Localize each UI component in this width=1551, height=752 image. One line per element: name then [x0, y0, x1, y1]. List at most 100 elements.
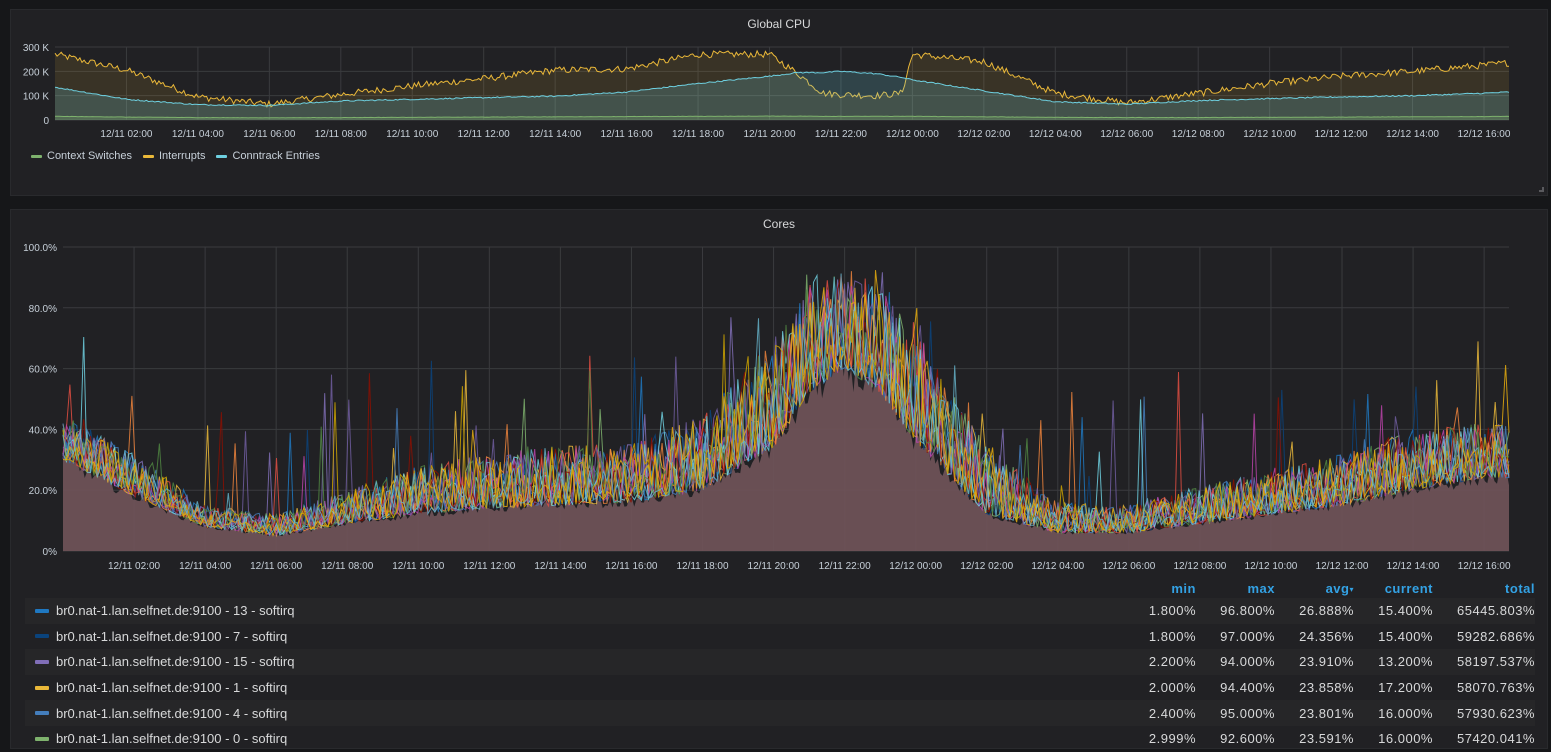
global-cpu-legend: Context Switches Interrupts Conntrack En… [31, 150, 320, 162]
global-cpu-chart[interactable]: 0 100 K 200 K 300 K 12/11 02:00 12/11 04:00 12… [11, 10, 1549, 145]
y-tick-label: 100 K [23, 92, 49, 103]
legend-table-row[interactable]: br0.nat-1.lan.selfnet.de:9100 - 4 - soft… [25, 700, 1535, 726]
x-tick-label: 12/12 02:00 [960, 561, 1013, 572]
x-tick-label: 12/12 06:00 [1102, 561, 1155, 572]
series-color-swatch[interactable] [35, 736, 49, 741]
legend-item-interrupts[interactable]: Interrupts [142, 150, 206, 162]
x-tick-label: 12/11 06:00 [243, 129, 296, 140]
series-color-swatch[interactable] [35, 711, 49, 716]
x-tick-label: 12/11 14:00 [534, 561, 587, 572]
value-total: 57930.623% [1456, 705, 1535, 721]
legend-table-row[interactable]: br0.nat-1.lan.selfnet.de:9100 - 0 - soft… [25, 726, 1535, 752]
value-max: 92.600% [1220, 731, 1275, 747]
value-avg: 23.910% [1299, 654, 1354, 670]
series-color-swatch [31, 154, 42, 158]
x-tick-label: 12/11 02:00 [108, 561, 161, 572]
y-tick-label: 100.0% [23, 243, 57, 254]
cores-chart[interactable]: 0% 20.0% 40.0% 60.0% 80.0% 100.0% 12/11 02:00 1… [11, 210, 1549, 575]
x-tick-label: 12/11 22:00 [815, 129, 868, 140]
series-color-swatch[interactable] [35, 659, 49, 664]
value-max: 96.800% [1220, 603, 1275, 619]
series-color-swatch[interactable] [35, 685, 49, 690]
legend-item-context-switches[interactable]: Context Switches [31, 150, 132, 162]
value-min: 1.800% [1148, 628, 1196, 644]
x-tick-label: 12/11 04:00 [172, 129, 225, 140]
y-tick-label: 80.0% [29, 304, 57, 315]
series-name[interactable]: br0.nat-1.lan.selfnet.de:9100 - 4 - soft… [25, 706, 1117, 721]
value-total: 59282.686% [1456, 628, 1535, 644]
series-label: br0.nat-1.lan.selfnet.de:9100 - 13 - sof… [56, 603, 295, 619]
column-header-avg-label: avg [1325, 580, 1350, 596]
x-tick-label: 12/11 14:00 [529, 129, 582, 140]
x-tick-label: 12/11 04:00 [179, 561, 232, 572]
legend-label: Conntrack Entries [232, 150, 320, 162]
column-header-current[interactable]: current [1354, 581, 1433, 596]
value-total: 58070.763% [1456, 680, 1535, 696]
series-label: br0.nat-1.lan.selfnet.de:9100 - 4 - soft… [56, 705, 288, 721]
x-tick-label: 12/11 08:00 [315, 129, 368, 140]
column-header-min[interactable]: min [1117, 581, 1196, 596]
value-total: 58197.537% [1456, 654, 1535, 670]
x-tick-label: 12/11 16:00 [601, 129, 654, 140]
series-label: br0.nat-1.lan.selfnet.de:9100 - 7 - soft… [56, 628, 288, 644]
x-tick-label: 12/12 06:00 [1100, 129, 1153, 140]
x-tick-label: 12/11 22:00 [819, 561, 872, 572]
x-tick-label: 12/11 20:00 [748, 561, 801, 572]
series-label: br0.nat-1.lan.selfnet.de:9100 - 0 - soft… [56, 731, 288, 747]
legend-label: Context Switches [47, 150, 132, 162]
value-current: 16.000% [1378, 705, 1433, 721]
value-total: 65445.803% [1456, 603, 1535, 619]
value-min: 1.800% [1148, 603, 1196, 619]
column-header-avg[interactable]: avg▾ [1275, 581, 1354, 596]
x-tick-label: 12/12 10:00 [1243, 129, 1296, 140]
series-color-swatch[interactable] [35, 608, 49, 613]
series-name[interactable]: br0.nat-1.lan.selfnet.de:9100 - 0 - soft… [25, 731, 1117, 746]
series-name[interactable]: br0.nat-1.lan.selfnet.de:9100 - 1 - soft… [25, 680, 1117, 695]
x-tick-label: 12/11 16:00 [605, 561, 658, 572]
cores-panel: Cores 0% 20.0% 40.0% 60.0% 80.0% 100.0% 12/11 … [10, 209, 1548, 749]
value-current: 15.400% [1378, 603, 1433, 619]
column-header-max[interactable]: max [1196, 581, 1275, 596]
value-max: 95.000% [1220, 705, 1275, 721]
legend-table-row[interactable]: br0.nat-1.lan.selfnet.de:9100 - 13 - sof… [25, 598, 1535, 624]
series-color-swatch [142, 154, 154, 158]
x-tick-label: 12/12 08:00 [1173, 561, 1226, 572]
panel-resize-handle[interactable] [1539, 187, 1544, 192]
x-tick-label: 12/12 12:00 [1316, 561, 1369, 572]
value-avg: 24.356% [1299, 628, 1354, 644]
legend-table-row[interactable]: br0.nat-1.lan.selfnet.de:9100 - 7 - soft… [25, 624, 1535, 650]
value-min: 2.200% [1148, 654, 1196, 670]
x-tick-label: 12/11 06:00 [250, 561, 303, 572]
value-current: 16.000% [1378, 731, 1433, 747]
x-tick-label: 12/12 10:00 [1245, 561, 1298, 572]
x-tick-label: 12/11 02:00 [100, 129, 153, 140]
column-header-total[interactable]: total [1433, 581, 1535, 596]
value-max: 94.400% [1220, 680, 1275, 696]
y-tick-label: 40.0% [29, 425, 57, 436]
global-cpu-panel: Global CPU 0 100 K 200 K 300 K 12/11 02:00 12… [10, 9, 1548, 196]
y-tick-label: 20.0% [29, 486, 57, 497]
y-tick-label: 200 K [23, 67, 49, 78]
series-color-swatch[interactable] [35, 634, 49, 639]
value-current: 13.200% [1378, 654, 1433, 670]
value-total: 57420.041% [1456, 731, 1535, 747]
x-tick-label: 12/12 04:00 [1029, 129, 1082, 140]
x-tick-label: 12/11 08:00 [321, 561, 374, 572]
legend-label: Interrupts [158, 150, 206, 162]
value-avg: 23.801% [1299, 705, 1354, 721]
series-name[interactable]: br0.nat-1.lan.selfnet.de:9100 - 13 - sof… [25, 603, 1117, 618]
x-tick-label: 12/12 16:00 [1458, 129, 1511, 140]
legend-item-conntrack-entries[interactable]: Conntrack Entries [216, 150, 320, 162]
series-name[interactable]: br0.nat-1.lan.selfnet.de:9100 - 15 - sof… [25, 654, 1117, 669]
x-tick-label: 12/12 14:00 [1386, 129, 1439, 140]
legend-table-row[interactable]: br0.nat-1.lan.selfnet.de:9100 - 15 - sof… [25, 649, 1535, 675]
y-tick-label: 300 K [23, 43, 49, 54]
x-tick-label: 12/12 08:00 [1172, 129, 1225, 140]
x-tick-label: 12/12 12:00 [1315, 129, 1368, 140]
series-name[interactable]: br0.nat-1.lan.selfnet.de:9100 - 7 - soft… [25, 629, 1117, 644]
x-tick-label: 12/12 16:00 [1458, 561, 1511, 572]
x-tick-label: 12/12 02:00 [957, 129, 1010, 140]
value-max: 94.000% [1220, 654, 1275, 670]
y-tick-label: 0% [43, 547, 58, 558]
legend-table-row[interactable]: br0.nat-1.lan.selfnet.de:9100 - 1 - soft… [25, 675, 1535, 701]
